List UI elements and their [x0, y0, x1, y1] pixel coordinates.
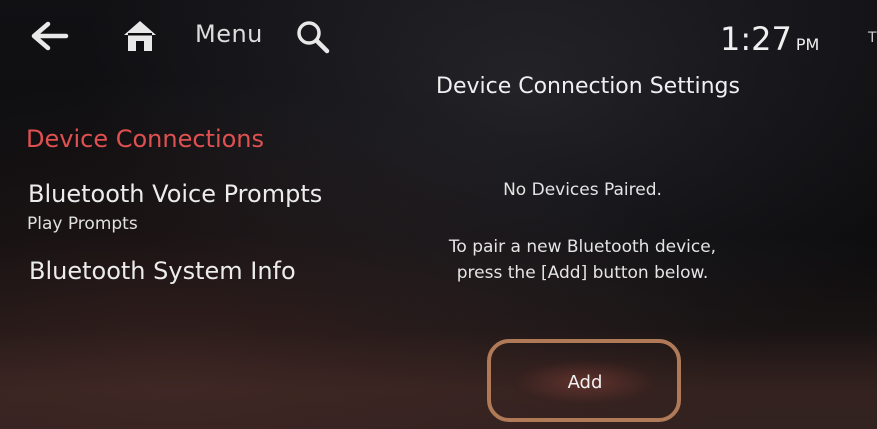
screen: Menu 1:27 PM T Device Connections Bluetoo…: [0, 0, 877, 429]
edge-label: T: [868, 30, 877, 46]
search-icon: [297, 21, 330, 54]
menu-item-bluetooth-system-info[interactable]: Bluetooth System Info: [29, 257, 296, 285]
search-button[interactable]: [292, 16, 334, 58]
home-button[interactable]: [118, 16, 162, 56]
back-arrow-icon: [31, 21, 69, 51]
status-text: No Devices Paired.: [503, 180, 662, 200]
panel-title: Device Connection Settings: [436, 74, 740, 99]
menu-item-device-connections[interactable]: Device Connections: [26, 125, 264, 153]
menu-item-sublabel: Play Prompts: [27, 214, 138, 234]
add-button[interactable]: Add: [515, 360, 655, 404]
menu-button[interactable]: Menu: [195, 20, 263, 48]
clock: 1:27 PM: [720, 20, 819, 58]
clock-time: 1:27: [720, 20, 792, 58]
instruction-line-1: To pair a new Bluetooth device,: [448, 237, 717, 257]
instructions: To pair a new Bluetooth device, press th…: [430, 234, 735, 286]
back-button[interactable]: [28, 18, 72, 54]
instruction-line-2: press the [Add] button below.: [456, 263, 709, 283]
home-icon: [124, 21, 156, 51]
top-bar: Menu 1:27 PM T: [0, 0, 877, 72]
bottom-glow: [0, 330, 877, 429]
clock-ampm: PM: [795, 35, 820, 54]
menu-item-bluetooth-voice-prompts[interactable]: Bluetooth Voice Prompts: [28, 180, 322, 208]
